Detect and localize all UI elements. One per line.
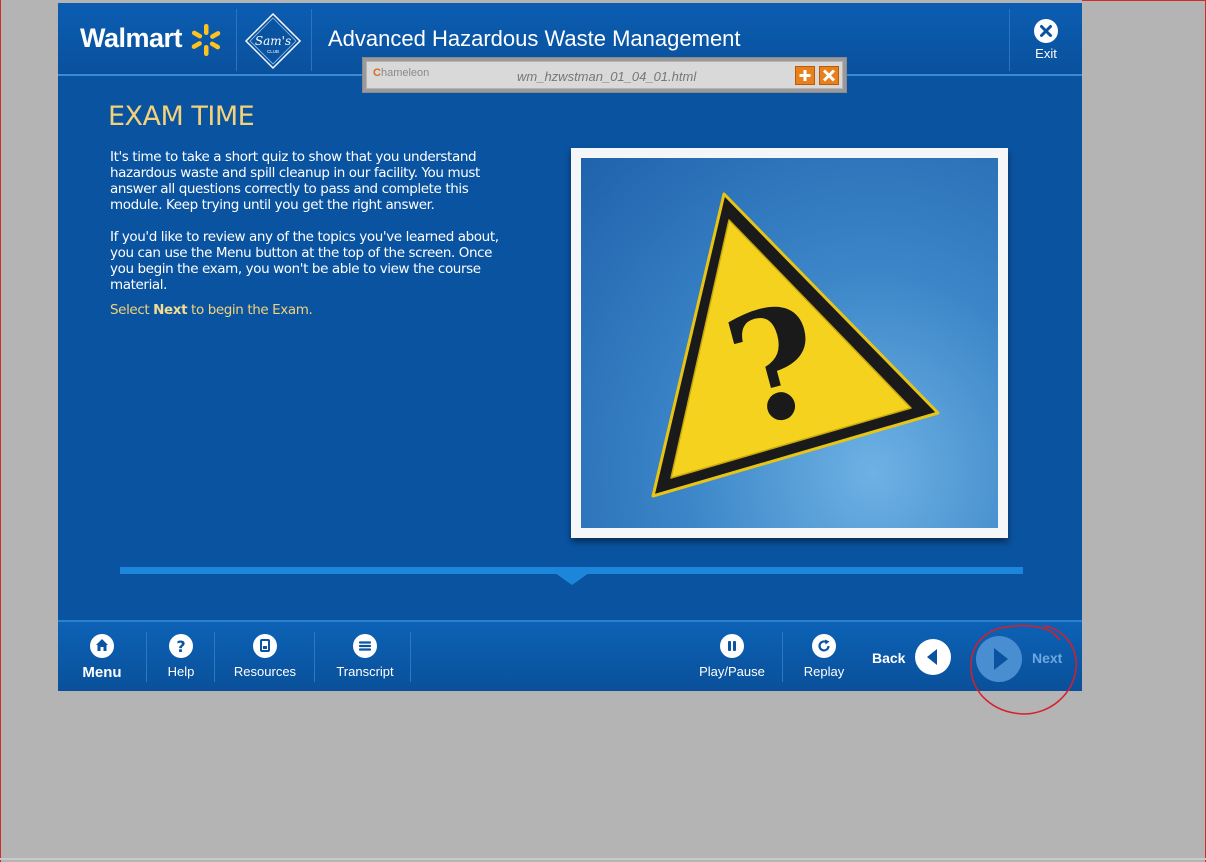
plus-icon xyxy=(799,70,811,81)
sams-club-wordmark: Sam's xyxy=(255,34,291,48)
help-label: Help xyxy=(167,664,195,679)
resources-button[interactable]: Resources xyxy=(230,634,300,679)
menu-button[interactable]: Menu xyxy=(82,634,122,681)
next-label[interactable]: Next xyxy=(1032,650,1062,666)
footer-divider xyxy=(410,632,411,682)
svg-text:?: ? xyxy=(176,637,185,656)
play-pause-button[interactable]: Play/Pause xyxy=(696,634,768,679)
window-edge-bottom xyxy=(0,858,1206,860)
transcript-button[interactable]: Transcript xyxy=(330,634,400,679)
progress-marker xyxy=(555,573,589,585)
header-divider xyxy=(311,9,312,71)
header-divider xyxy=(1009,9,1010,71)
replay-label: Replay xyxy=(803,664,845,679)
chameleon-toolbar: Chameleon wm_hzwstman_01_04_01.html xyxy=(362,57,847,93)
menu-label: Menu xyxy=(82,664,122,681)
instruction-text: Select Next to begin the Exam. xyxy=(110,302,313,318)
exit-button[interactable]: Exit xyxy=(1024,19,1068,67)
footer-divider xyxy=(314,632,315,682)
help-button[interactable]: ? Help xyxy=(162,634,200,679)
next-button[interactable] xyxy=(976,636,1022,682)
instruction-bold: Next xyxy=(153,302,188,318)
resources-label: Resources xyxy=(233,664,297,679)
chameleon-close-button[interactable] xyxy=(819,66,839,85)
footer-divider xyxy=(214,632,215,682)
close-icon xyxy=(822,69,836,82)
window-edge-top xyxy=(1082,0,1206,1)
next-arrow-icon xyxy=(994,648,1008,670)
replay-button[interactable]: Replay xyxy=(800,634,848,679)
course-title: Advanced Hazardous Waste Management xyxy=(328,26,741,51)
chameleon-filename: wm_hzwstman_01_04_01.html xyxy=(517,69,697,84)
list-icon xyxy=(353,634,377,658)
illustration-frame: ? xyxy=(571,148,1008,538)
pause-icon xyxy=(720,634,744,658)
back-button[interactable] xyxy=(915,639,951,675)
chameleon-logo-initial: C xyxy=(373,67,381,79)
footer-divider xyxy=(782,632,783,682)
chameleon-logo-text: hameleon xyxy=(380,67,430,79)
instruction-suffix: to begin the Exam. xyxy=(187,302,313,318)
walmart-spark-icon xyxy=(191,24,221,56)
question-icon: ? xyxy=(169,634,193,658)
close-icon xyxy=(1034,19,1058,43)
intro-paragraph: It's time to take a short quiz to show t… xyxy=(110,149,480,213)
back-arrow-icon xyxy=(927,649,937,665)
window-edge-left xyxy=(0,0,1,862)
footer-divider xyxy=(146,632,147,682)
chameleon-expand-button[interactable] xyxy=(795,66,815,85)
course-player: Walmart Sam's CLUB Advanced Hazardous Wa… xyxy=(58,3,1082,691)
review-paragraph: If you'd like to review any of the topic… xyxy=(110,229,499,293)
page-title: EXAM TIME xyxy=(108,101,255,132)
exit-label: Exit xyxy=(1035,46,1057,61)
instruction-prefix: Select xyxy=(110,302,154,318)
warning-sign-icon: ? xyxy=(651,192,940,498)
header-divider xyxy=(236,9,237,71)
warning-illustration: ? xyxy=(581,158,998,528)
sams-club-subword: CLUB xyxy=(267,49,279,54)
course-footer: Menu ? Help Resources Transcript Play/Pa… xyxy=(58,620,1082,691)
replay-icon xyxy=(812,634,836,658)
document-icon xyxy=(253,634,277,658)
play-pause-label: Play/Pause xyxy=(699,664,765,679)
chameleon-logo: Chameleon xyxy=(373,67,429,79)
walmart-logo: Walmart xyxy=(80,23,183,53)
sams-club-logo: Sam's CLUB xyxy=(244,12,302,70)
transcript-label: Transcript xyxy=(336,664,394,679)
home-icon xyxy=(90,634,114,658)
back-label[interactable]: Back xyxy=(872,650,905,666)
